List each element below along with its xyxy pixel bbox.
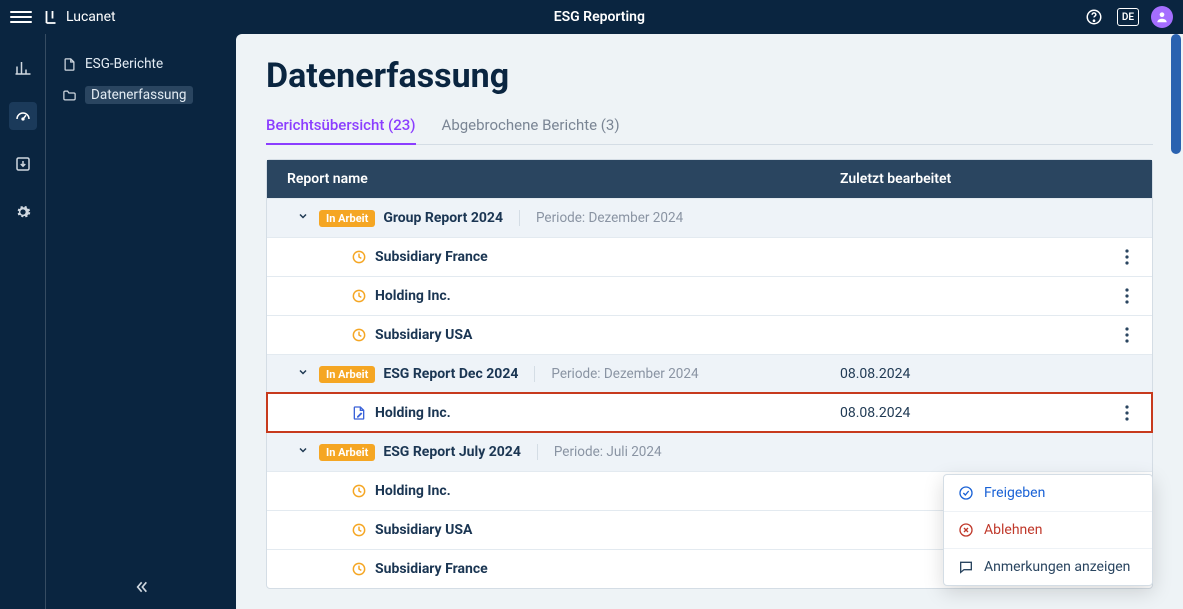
report-period: Periode: Dezember 2024 xyxy=(536,210,683,226)
table-row[interactable]: In Arbeit ESG Report Dec 2024 Periode: Dez… xyxy=(267,354,1152,393)
sidebar-item-label: Datenerfassung xyxy=(85,86,193,104)
rail-export-icon[interactable] xyxy=(9,150,37,178)
sidebar: ESG-Berichte Datenerfassung xyxy=(46,34,236,609)
table-header: Report name Zuletzt bearbeitet xyxy=(267,160,1152,198)
file-icon xyxy=(62,57,77,72)
table-row[interactable]: Holding Inc. 08.08.2024 xyxy=(267,393,1152,432)
report-name: Subsidiary USA xyxy=(375,327,472,343)
rail-gauge-icon[interactable] xyxy=(9,102,37,130)
clock-icon xyxy=(351,249,367,265)
row-actions-button[interactable] xyxy=(1102,288,1152,304)
menu-toggle-button[interactable] xyxy=(10,6,32,28)
folder-icon xyxy=(62,88,77,103)
x-circle-icon xyxy=(958,522,974,538)
language-switcher[interactable]: DE xyxy=(1117,8,1139,26)
report-date: 08.08.2024 xyxy=(822,405,1102,421)
report-name: Subsidiary France xyxy=(375,249,488,265)
status-badge: In Arbeit xyxy=(319,366,375,383)
table-row[interactable]: In Arbeit ESG Report July 2024 Periode: Ju… xyxy=(267,432,1152,471)
help-button[interactable] xyxy=(1083,6,1105,28)
tab-aborted[interactable]: Abgebrochene Berichte (3) xyxy=(442,108,620,144)
topbar: Lucanet ESG Reporting DE xyxy=(0,0,1183,34)
document-edit-icon xyxy=(351,405,367,421)
report-name: Subsidiary USA xyxy=(375,522,472,538)
chevron-down-icon[interactable] xyxy=(295,210,311,226)
menu-notes-button[interactable]: Anmerkungen anzeigen xyxy=(944,548,1152,585)
clock-icon xyxy=(351,561,367,577)
scrollbar[interactable] xyxy=(1171,34,1181,154)
status-badge: In Arbeit xyxy=(319,210,375,227)
menu-reject-button[interactable]: Ablehnen xyxy=(944,511,1152,548)
report-date: 08.08.2024 xyxy=(822,366,1102,382)
report-name: Group Report 2024 xyxy=(383,210,503,226)
main-content: Datenerfassung Berichtsübersicht (23) Ab… xyxy=(236,34,1183,609)
row-actions-button[interactable] xyxy=(1102,327,1152,343)
user-avatar[interactable] xyxy=(1151,6,1173,28)
brand-logo-icon xyxy=(42,8,60,26)
brand-name: Lucanet xyxy=(66,9,116,25)
clock-icon xyxy=(351,288,367,304)
table-row[interactable]: In Arbeit Group Report 2024 Periode: Dezem… xyxy=(267,198,1152,237)
row-actions-button[interactable] xyxy=(1102,405,1152,421)
sidebar-item-reports[interactable]: ESG-Berichte xyxy=(54,50,228,78)
report-period: Periode: Dezember 2024 xyxy=(551,366,698,382)
nav-rail xyxy=(0,34,46,609)
status-badge: In Arbeit xyxy=(319,444,375,461)
row-context-menu: Freigeben Ablehnen Anmerkungen anzeigen xyxy=(943,474,1153,586)
tabs: Berichtsübersicht (23) Abgebrochene Beri… xyxy=(266,108,1153,145)
app-title: ESG Reporting xyxy=(116,9,1083,25)
rail-chart-icon[interactable] xyxy=(9,54,37,82)
report-name: Holding Inc. xyxy=(375,483,451,499)
report-name: Holding Inc. xyxy=(375,288,451,304)
chevron-down-icon[interactable] xyxy=(295,444,311,460)
page-title: Datenerfassung xyxy=(266,56,1153,96)
menu-reject-label: Ablehnen xyxy=(984,522,1042,538)
clock-icon xyxy=(351,522,367,538)
menu-notes-label: Anmerkungen anzeigen xyxy=(984,559,1130,575)
clock-icon xyxy=(351,483,367,499)
rail-settings-icon[interactable] xyxy=(9,198,37,226)
report-name: ESG Report July 2024 xyxy=(383,444,521,460)
comment-icon xyxy=(958,559,974,575)
brand: Lucanet xyxy=(42,8,116,26)
row-actions-button[interactable] xyxy=(1102,249,1152,265)
menu-approve-label: Freigeben xyxy=(984,485,1045,501)
report-name: Holding Inc. xyxy=(375,405,451,421)
col-header-date: Zuletzt bearbeitet xyxy=(822,171,1102,187)
sidebar-item-datacollection[interactable]: Datenerfassung xyxy=(54,80,228,110)
table-row[interactable]: Holding Inc. xyxy=(267,276,1152,315)
report-name: ESG Report Dec 2024 xyxy=(383,366,518,382)
table-row[interactable]: Subsidiary France xyxy=(267,237,1152,276)
report-name: Subsidiary France xyxy=(375,561,488,577)
sidebar-item-label: ESG-Berichte xyxy=(85,56,163,72)
collapse-sidebar-button[interactable] xyxy=(46,579,236,595)
col-header-name: Report name xyxy=(267,171,822,187)
tab-overview[interactable]: Berichtsübersicht (23) xyxy=(266,108,416,144)
menu-approve-button[interactable]: Freigeben xyxy=(944,475,1152,511)
chevron-down-icon[interactable] xyxy=(295,366,311,382)
clock-icon xyxy=(351,327,367,343)
check-circle-icon xyxy=(958,485,974,501)
table-row[interactable]: Subsidiary USA xyxy=(267,315,1152,354)
report-period: Periode: Juli 2024 xyxy=(554,444,662,460)
